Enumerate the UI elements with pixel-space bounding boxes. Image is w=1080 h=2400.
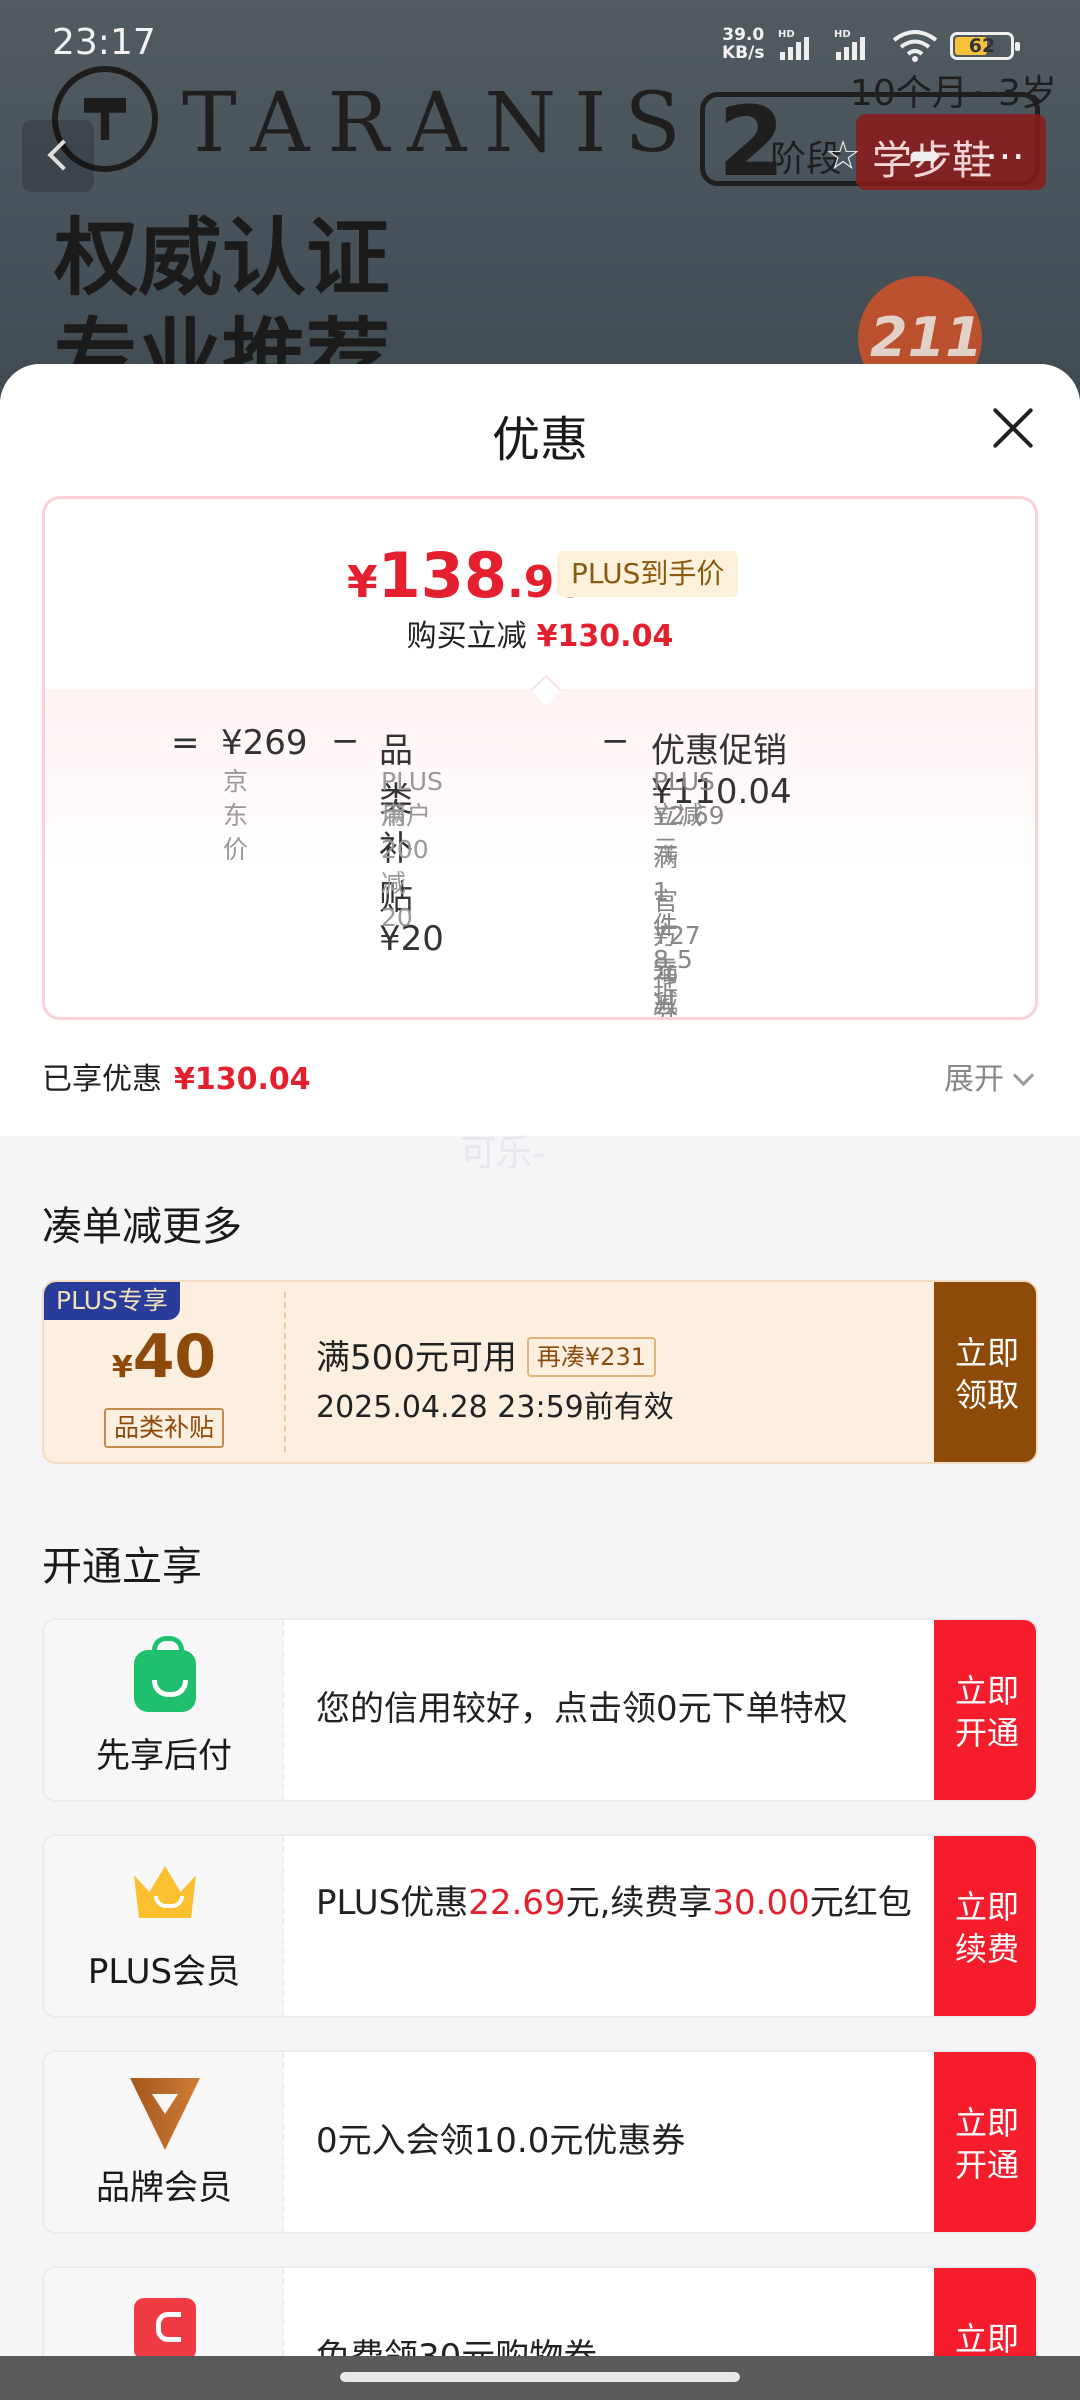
shopping-bag-icon xyxy=(134,1636,196,1712)
crown-icon xyxy=(134,1866,196,1928)
renew-plus-button[interactable]: 立即 续费 xyxy=(934,1836,1036,2016)
need-more-badge: 再凑¥231 xyxy=(526,1336,656,1377)
service-name: 先享后付 xyxy=(96,1736,232,1776)
wifi-icon xyxy=(892,30,938,62)
service-card-brand-member[interactable]: 品牌会员 0元入会领10.0元优惠券 立即 开通 xyxy=(42,2050,1038,2234)
cell-signal-1-icon: HD xyxy=(778,29,809,60)
cell-signal-2-icon: HD xyxy=(834,29,865,60)
clock: 23:17 xyxy=(52,22,156,63)
svg-text:HD: HD xyxy=(834,29,851,40)
final-price: ¥138.96 xyxy=(347,539,585,612)
promo-item: 神券满159减40 xyxy=(653,963,679,1020)
sheet-price-area: 优惠 ¥138.96 PLUS到手价 购买立减 ¥130.04 = ¥269 京东… xyxy=(0,364,1080,1136)
expand-label: 展开 xyxy=(944,1062,1004,1097)
coupon-type-badge: 品类补贴 xyxy=(104,1408,225,1448)
enjoyed-label: 已享优惠 xyxy=(42,1062,162,1097)
save-amount: ¥130.04 xyxy=(536,619,674,654)
close-icon[interactable] xyxy=(990,406,1034,450)
button-line-1: 立即 xyxy=(954,1672,1019,1710)
service-card-plus[interactable]: PLUS会员 PLUS优惠22.69元,续费享30.00元红包 立即 续费 xyxy=(42,1834,1038,2018)
badge-211-text: 211 xyxy=(870,306,983,369)
svg-text:HD: HD xyxy=(778,29,795,40)
activate-pay-later-button[interactable]: 立即 开通 xyxy=(934,1620,1036,1800)
sheet-title: 优惠 xyxy=(491,412,588,468)
battery-indicator: 62 xyxy=(950,32,1020,60)
coupon-condition-text: 满500元可用 xyxy=(316,1338,517,1378)
coupon-divider xyxy=(284,1292,286,1452)
formula-minus-2: − xyxy=(601,721,630,761)
discount-sheet: 优惠 ¥138.96 PLUS到手价 购买立减 ¥130.04 = ¥269 京东… xyxy=(0,364,1080,2400)
service-desc: 0元入会领10.0元优惠券 xyxy=(316,2121,686,2161)
claim-button-line-1: 立即 xyxy=(954,1334,1019,1372)
network-speed: 39.0 KB/s xyxy=(722,26,764,62)
price-integer: 138 xyxy=(377,539,508,612)
bundle-section-title: 凑单减更多 xyxy=(42,1204,242,1250)
coupon-validity: 2025.04.28 23:59前有效 xyxy=(316,1390,674,1425)
brand-name: TARANIS xyxy=(182,76,699,171)
formula-equals: = xyxy=(171,723,200,763)
open-section-title: 开通立享 xyxy=(42,1544,202,1590)
price-currency: ¥ xyxy=(347,557,378,608)
service-name: PLUS会员 xyxy=(87,1952,241,1992)
home-indicator[interactable] xyxy=(340,2372,740,2382)
join-brand-member-button[interactable]: 立即 开通 xyxy=(934,2052,1036,2232)
status-bar: 23:17 39.0 KB/s HD HD 62 xyxy=(0,0,1080,84)
renew-redpacket-amount: 30.00 xyxy=(712,1883,810,1923)
button-line-2: 续费 xyxy=(954,1930,1019,1968)
button-line-1: 立即 xyxy=(954,2320,1019,2358)
chevron-down-icon xyxy=(1012,1064,1035,1087)
claim-coupon-button[interactable]: 立即 领取 xyxy=(934,1282,1036,1462)
network-speed-value: 39.0 xyxy=(722,25,765,45)
favorite-star-icon[interactable]: ☆ xyxy=(808,120,878,192)
coupon-icon xyxy=(134,2298,196,2360)
service-left: 品牌会员 xyxy=(44,2052,284,2232)
button-line-2: 开通 xyxy=(954,2146,1019,2184)
desc-part: 元,续费享 xyxy=(565,1883,713,1923)
button-line-1: 立即 xyxy=(954,2104,1019,2142)
battery-percent: 62 xyxy=(968,35,996,57)
headline-line-1: 权威认证 xyxy=(54,209,391,307)
category-coupon: PLUS专享 ¥40 品类补贴 满500元可用 再凑¥231 2025.04.28… xyxy=(42,1280,1038,1464)
brand-v-icon xyxy=(134,2082,196,2144)
share-icon[interactable]: ➦ xyxy=(890,120,960,192)
save-line: 购买立减 ¥130.04 xyxy=(45,611,1035,655)
service-desc: PLUS优惠22.69元,续费享30.00元红包 xyxy=(316,1880,916,1926)
coupon-amount: ¥40 xyxy=(44,1322,284,1392)
gesture-navigation-bar xyxy=(0,2356,1080,2400)
watermark: 可乐- xyxy=(460,1133,545,1174)
subsidy-line-2: 满200减20 xyxy=(381,801,429,932)
more-options-icon[interactable]: ⋯ xyxy=(970,120,1040,192)
plus-exclusive-badge: PLUS专享 xyxy=(44,1282,180,1320)
formula-minus-1: − xyxy=(331,721,360,761)
claim-button-line-2: 领取 xyxy=(954,1376,1019,1414)
expand-button[interactable]: 展开 xyxy=(944,1054,1035,1098)
button-line-2: 开通 xyxy=(954,1714,1019,1752)
enjoyed-discount: 已享优惠 ¥130.04 xyxy=(42,1054,311,1098)
button-line-1: 立即 xyxy=(954,1888,1019,1926)
save-label: 购买立减 xyxy=(406,619,527,654)
service-desc: 您的信用较好，点击领0元下单特权 xyxy=(316,1689,848,1729)
coupon-condition: 满500元可用 再凑¥231 xyxy=(316,1330,656,1380)
coupon-value: 40 xyxy=(132,1322,217,1392)
coupon-currency: ¥ xyxy=(111,1350,133,1385)
service-left: 先享后付 xyxy=(44,1620,284,1800)
price-breakdown-card: ¥138.96 PLUS到手价 购买立减 ¥130.04 = ¥269 京东价 −… xyxy=(42,496,1038,1020)
desc-part: PLUS优惠 xyxy=(316,1883,469,1923)
network-speed-unit: KB/s xyxy=(722,43,765,63)
desc-part: 元红包 xyxy=(809,1883,912,1923)
plus-saving-amount: 22.69 xyxy=(468,1883,566,1923)
service-name: 品牌会员 xyxy=(96,2168,232,2208)
service-left: PLUS会员 xyxy=(44,1836,284,2016)
back-button[interactable] xyxy=(22,120,94,192)
plus-price-tag: PLUS到手价 xyxy=(557,551,739,597)
enjoyed-amount: ¥130.04 xyxy=(174,1062,311,1097)
service-card-pay-later[interactable]: 先享后付 您的信用较好，点击领0元下单特权 立即 开通 xyxy=(42,1618,1038,1802)
base-price-label: 京东价 xyxy=(223,767,249,864)
base-price: ¥269 xyxy=(221,723,308,763)
